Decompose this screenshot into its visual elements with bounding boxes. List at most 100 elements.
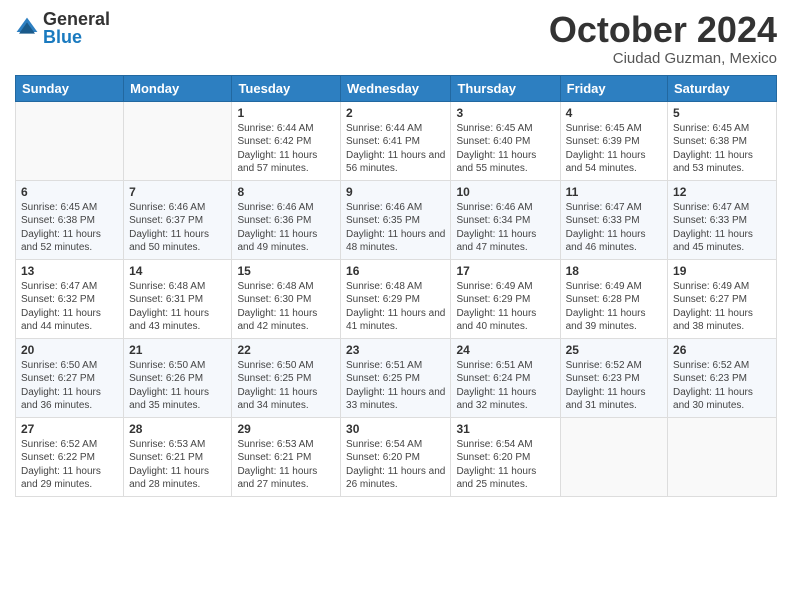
day-info: Sunrise: 6:49 AM Sunset: 6:27 PM Dayligh… — [673, 280, 771, 334]
day-number: 12 — [673, 185, 771, 199]
day-number: 1 — [237, 106, 335, 120]
day-info: Sunrise: 6:51 AM Sunset: 6:25 PM Dayligh… — [346, 359, 445, 413]
table-row: 2 Sunrise: 6:44 AM Sunset: 6:41 PM Daylig… — [341, 101, 451, 180]
table-row: 28 Sunrise: 6:53 AM Sunset: 6:21 PM Dayli… — [124, 417, 232, 496]
header-saturday: Saturday — [668, 75, 777, 101]
day-number: 16 — [346, 264, 445, 278]
table-row: 29Sunrise: 6:53 AM Sunset: 6:21 PM Dayli… — [232, 417, 341, 496]
day-info: Sunrise: 6:52 AM Sunset: 6:22 PM Dayligh… — [21, 438, 118, 492]
header: General Blue October 2024 Ciudad Guzman,… — [15, 10, 777, 67]
day-info: Sunrise: 6:50 AM Sunset: 6:27 PM Dayligh… — [21, 359, 118, 413]
day-info: Sunrise: 6:48 AM Sunset: 6:31 PM Dayligh… — [129, 280, 226, 334]
table-row: 11 Sunrise: 6:47 AM Sunset: 6:33 PM Dayli… — [560, 180, 667, 259]
day-info: Sunrise: 6:49 AM Sunset: 6:28 PM Dayligh… — [566, 280, 662, 334]
logo-general-text: General — [43, 10, 110, 28]
day-number: 2 — [346, 106, 445, 120]
table-row — [560, 417, 667, 496]
day-info: Sunrise: 6:45 AM Sunset: 6:38 PM Dayligh… — [673, 122, 771, 176]
header-sunday: Sunday — [16, 75, 124, 101]
table-row: 26 Sunrise: 6:52 AM Sunset: 6:23 PM Dayli… — [668, 338, 777, 417]
day-number: 11 — [566, 185, 662, 199]
calendar-week-row: 13 Sunrise: 6:47 AM Sunset: 6:32 PM Dayli… — [16, 259, 777, 338]
table-row: 31Sunrise: 6:54 AM Sunset: 6:20 PM Dayli… — [451, 417, 560, 496]
logo-icon — [15, 16, 39, 40]
table-row: 27 Sunrise: 6:52 AM Sunset: 6:22 PM Dayli… — [16, 417, 124, 496]
day-number: 23 — [346, 343, 445, 357]
header-monday: Monday — [124, 75, 232, 101]
day-number: 26 — [673, 343, 771, 357]
table-row — [16, 101, 124, 180]
day-info: Sunrise: 6:53 AM Sunset: 6:21 PM Dayligh… — [129, 438, 226, 492]
day-info: Sunrise: 6:47 AM Sunset: 6:33 PM Dayligh… — [566, 201, 662, 255]
subtitle: Ciudad Guzman, Mexico — [549, 50, 777, 67]
logo-text: General Blue — [43, 10, 110, 46]
day-number: 27 — [21, 422, 118, 436]
day-number: 24 — [456, 343, 554, 357]
day-number: 25 — [566, 343, 662, 357]
header-tuesday: Tuesday — [232, 75, 341, 101]
day-info: Sunrise: 6:46 AM Sunset: 6:36 PM Dayligh… — [237, 201, 335, 255]
calendar-week-row: 20 Sunrise: 6:50 AM Sunset: 6:27 PM Dayli… — [16, 338, 777, 417]
table-row: 16Sunrise: 6:48 AM Sunset: 6:29 PM Dayli… — [341, 259, 451, 338]
day-number: 5 — [673, 106, 771, 120]
day-number: 21 — [129, 343, 226, 357]
day-info: Sunrise: 6:49 AM Sunset: 6:29 PM Dayligh… — [456, 280, 554, 334]
calendar-table: Sunday Monday Tuesday Wednesday Thursday… — [15, 75, 777, 497]
day-info: Sunrise: 6:51 AM Sunset: 6:24 PM Dayligh… — [456, 359, 554, 413]
day-info: Sunrise: 6:45 AM Sunset: 6:39 PM Dayligh… — [566, 122, 662, 176]
table-row: 25 Sunrise: 6:52 AM Sunset: 6:23 PM Dayli… — [560, 338, 667, 417]
day-info: Sunrise: 6:45 AM Sunset: 6:40 PM Dayligh… — [456, 122, 554, 176]
day-info: Sunrise: 6:47 AM Sunset: 6:33 PM Dayligh… — [673, 201, 771, 255]
table-row: 13 Sunrise: 6:47 AM Sunset: 6:32 PM Dayli… — [16, 259, 124, 338]
table-row — [668, 417, 777, 496]
day-info: Sunrise: 6:53 AM Sunset: 6:21 PM Dayligh… — [237, 438, 335, 492]
day-number: 15 — [237, 264, 335, 278]
day-info: Sunrise: 6:44 AM Sunset: 6:42 PM Dayligh… — [237, 122, 335, 176]
day-number: 20 — [21, 343, 118, 357]
day-info: Sunrise: 6:46 AM Sunset: 6:37 PM Dayligh… — [129, 201, 226, 255]
day-number: 28 — [129, 422, 226, 436]
day-info: Sunrise: 6:47 AM Sunset: 6:32 PM Dayligh… — [21, 280, 118, 334]
day-info: Sunrise: 6:46 AM Sunset: 6:35 PM Dayligh… — [346, 201, 445, 255]
day-info: Sunrise: 6:54 AM Sunset: 6:20 PM Dayligh… — [346, 438, 445, 492]
header-friday: Friday — [560, 75, 667, 101]
logo-blue-text: Blue — [43, 28, 110, 46]
table-row: 21Sunrise: 6:50 AM Sunset: 6:26 PM Dayli… — [124, 338, 232, 417]
table-row: 23 Sunrise: 6:51 AM Sunset: 6:25 PM Dayli… — [341, 338, 451, 417]
day-number: 4 — [566, 106, 662, 120]
table-row: 6 Sunrise: 6:45 AM Sunset: 6:38 PM Daylig… — [16, 180, 124, 259]
table-row: 9Sunrise: 6:46 AM Sunset: 6:35 PM Daylig… — [341, 180, 451, 259]
day-info: Sunrise: 6:52 AM Sunset: 6:23 PM Dayligh… — [566, 359, 662, 413]
calendar-header-row: Sunday Monday Tuesday Wednesday Thursday… — [16, 75, 777, 101]
table-row: 14 Sunrise: 6:48 AM Sunset: 6:31 PM Dayli… — [124, 259, 232, 338]
title-block: October 2024 Ciudad Guzman, Mexico — [549, 10, 777, 67]
calendar-week-row: 6 Sunrise: 6:45 AM Sunset: 6:38 PM Daylig… — [16, 180, 777, 259]
calendar-week-row: 1 Sunrise: 6:44 AM Sunset: 6:42 PM Daylig… — [16, 101, 777, 180]
day-number: 6 — [21, 185, 118, 199]
day-number: 17 — [456, 264, 554, 278]
header-wednesday: Wednesday — [341, 75, 451, 101]
day-number: 3 — [456, 106, 554, 120]
logo: General Blue — [15, 10, 110, 46]
table-row: 30 Sunrise: 6:54 AM Sunset: 6:20 PM Dayli… — [341, 417, 451, 496]
table-row: 19Sunrise: 6:49 AM Sunset: 6:27 PM Dayli… — [668, 259, 777, 338]
day-number: 30 — [346, 422, 445, 436]
day-number: 10 — [456, 185, 554, 199]
table-row: 3 Sunrise: 6:45 AM Sunset: 6:40 PM Daylig… — [451, 101, 560, 180]
day-number: 13 — [21, 264, 118, 278]
day-number: 8 — [237, 185, 335, 199]
day-number: 22 — [237, 343, 335, 357]
day-number: 14 — [129, 264, 226, 278]
table-row: 7 Sunrise: 6:46 AM Sunset: 6:37 PM Daylig… — [124, 180, 232, 259]
day-info: Sunrise: 6:46 AM Sunset: 6:34 PM Dayligh… — [456, 201, 554, 255]
table-row — [124, 101, 232, 180]
day-info: Sunrise: 6:45 AM Sunset: 6:38 PM Dayligh… — [21, 201, 118, 255]
table-row: 1 Sunrise: 6:44 AM Sunset: 6:42 PM Daylig… — [232, 101, 341, 180]
day-info: Sunrise: 6:44 AM Sunset: 6:41 PM Dayligh… — [346, 122, 445, 176]
table-row: 15Sunrise: 6:48 AM Sunset: 6:30 PM Dayli… — [232, 259, 341, 338]
day-info: Sunrise: 6:52 AM Sunset: 6:23 PM Dayligh… — [673, 359, 771, 413]
table-row: 10 Sunrise: 6:46 AM Sunset: 6:34 PM Dayli… — [451, 180, 560, 259]
day-number: 7 — [129, 185, 226, 199]
table-row: 18Sunrise: 6:49 AM Sunset: 6:28 PM Dayli… — [560, 259, 667, 338]
table-row: 4 Sunrise: 6:45 AM Sunset: 6:39 PM Daylig… — [560, 101, 667, 180]
